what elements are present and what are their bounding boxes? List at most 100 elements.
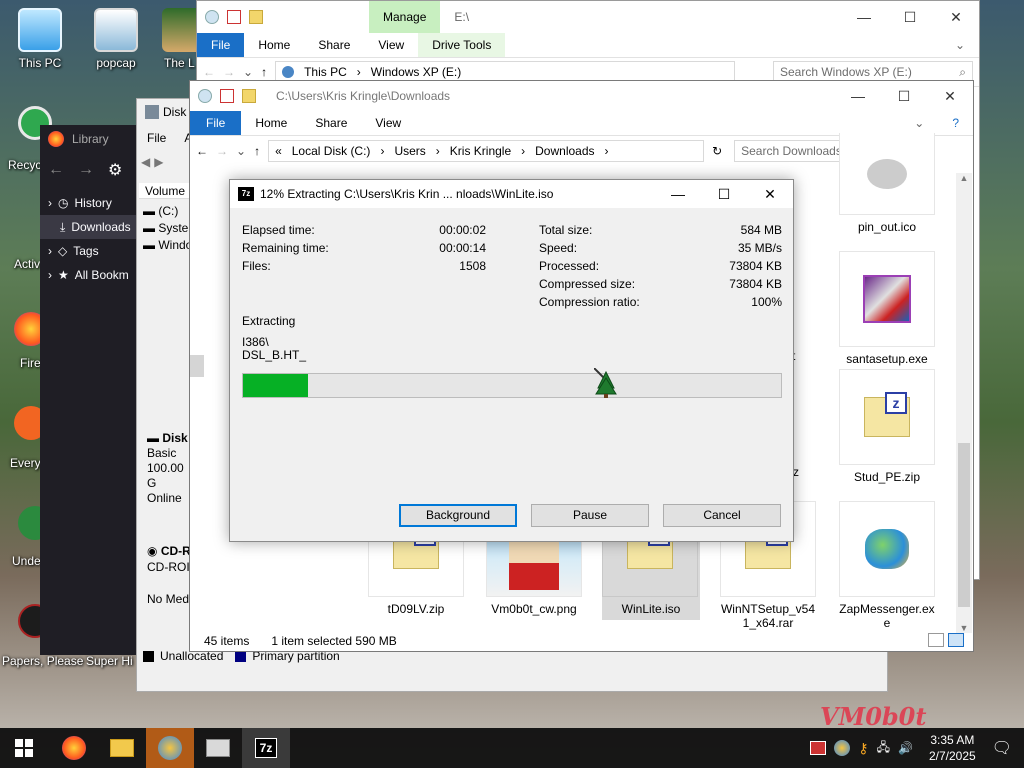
up-icon[interactable]: ↑: [261, 65, 267, 79]
checklist-icon[interactable]: [227, 10, 241, 24]
forward-icon[interactable]: ▶: [154, 155, 163, 169]
ribbon-expand-icon[interactable]: ⌄: [900, 111, 938, 135]
maximize-icon[interactable]: ☐: [701, 186, 747, 203]
details-view-icon[interactable]: [928, 633, 944, 647]
file-stud-pe[interactable]: z Stud_PE.zip: [839, 369, 935, 484]
breadcrumb-users[interactable]: Users: [394, 144, 425, 158]
vm0b0t-watermark: VM0b0t: [820, 702, 927, 731]
large-icons-view-icon[interactable]: [948, 633, 964, 647]
column-header-volume[interactable]: Volume: [139, 183, 191, 199]
library-item-label: All Bookm: [74, 268, 129, 282]
network-icon[interactable]: 🖧: [877, 738, 890, 759]
minimize-icon[interactable]: —: [835, 88, 881, 105]
organize-gear-icon[interactable]: ⚙: [108, 160, 122, 180]
breadcrumb-local-disk[interactable]: Local Disk (C:): [292, 144, 371, 158]
close-icon[interactable]: ✕: [933, 9, 979, 26]
file-name: Vm0b0t_cw.png: [491, 602, 577, 616]
taskbar-file-explorer[interactable]: [98, 728, 146, 768]
breadcrumb-downloads[interactable]: Downloads: [535, 144, 594, 158]
desktop-icon-this-pc[interactable]: This PC: [2, 8, 78, 70]
tab-home[interactable]: Home: [241, 111, 301, 135]
properties-icon[interactable]: [205, 10, 219, 24]
dialog-title: 12% Extracting C:\Users\Kris Krin ... nl…: [260, 187, 554, 201]
disk-label: ▬ Disk: [147, 431, 188, 445]
breadcrumb-this-pc[interactable]: This PC: [304, 65, 347, 79]
tab-share[interactable]: Share: [304, 33, 364, 57]
breadcrumb-kris-kringle[interactable]: Kris Kringle: [450, 144, 511, 158]
messenger-tray-icon[interactable]: [834, 740, 851, 756]
volume-row[interactable]: ▬ Syster: [143, 220, 192, 237]
scroll-up-icon[interactable]: ▲: [956, 173, 972, 183]
volume-name: Syster: [158, 221, 193, 235]
file-name: WinNTSetup_v541_x64.rar: [720, 602, 816, 630]
background-button[interactable]: Background: [399, 504, 517, 527]
checklist-icon[interactable]: [220, 89, 234, 103]
recent-icon[interactable]: ⌄: [236, 144, 246, 158]
address-bar[interactable]: « Local Disk (C:) › Users › Kris Kringle…: [268, 139, 705, 162]
notifications-icon[interactable]: 🗨: [992, 738, 1012, 758]
file-pin-out[interactable]: pin_out.ico: [839, 133, 935, 234]
maximize-icon[interactable]: ☐: [881, 88, 927, 105]
forward-icon[interactable]: →: [223, 65, 235, 79]
properties-icon[interactable]: [198, 89, 212, 103]
close-icon[interactable]: ✕: [747, 186, 793, 203]
maximize-icon[interactable]: ☐: [887, 9, 933, 26]
back-icon[interactable]: ←: [203, 65, 215, 79]
taskbar-7zip[interactable]: 7z: [242, 728, 290, 768]
library-back-icon[interactable]: ←: [48, 161, 64, 179]
help-icon[interactable]: ?: [938, 111, 973, 135]
library-forward-icon[interactable]: →: [78, 161, 94, 179]
tab-share[interactable]: Share: [301, 111, 361, 135]
tab-drive-tools[interactable]: Drive Tools: [418, 33, 506, 57]
folder-icon[interactable]: [249, 10, 263, 24]
start-button[interactable]: [0, 728, 48, 768]
taskbar-app-active[interactable]: [146, 728, 194, 768]
scrollbar[interactable]: ▲ ▼: [956, 173, 972, 633]
total-size-label: Total size:: [539, 223, 593, 237]
key-tray-icon[interactable]: ⚷: [858, 740, 868, 757]
file-name: pin_out.ico: [857, 220, 917, 234]
desktop-label-recycle: Recyc: [8, 158, 42, 172]
taskbar-disk-management[interactable]: [194, 728, 242, 768]
breadcrumb-drive[interactable]: Windows XP (E:): [371, 65, 461, 79]
menu-file[interactable]: File: [147, 131, 166, 145]
security-tray-icon[interactable]: [810, 741, 827, 755]
search-placeholder: Search Windows XP (E:): [780, 65, 912, 79]
folder-icon[interactable]: [242, 89, 256, 103]
taskbar: 7z ⚷ 🖧 🔊 3:35 AM 2/7/2025 🗨: [0, 728, 1024, 768]
cancel-button[interactable]: Cancel: [663, 504, 781, 527]
taskbar-firefox[interactable]: [50, 728, 98, 768]
tab-view[interactable]: View: [361, 111, 415, 135]
scroll-thumb[interactable]: [958, 443, 970, 607]
tag-icon: ◇: [58, 244, 68, 258]
disk-management-title: Disk: [163, 105, 187, 119]
scroll-down-icon[interactable]: ▼: [956, 623, 972, 633]
back-icon[interactable]: ←: [196, 144, 208, 158]
tab-file[interactable]: File: [190, 111, 242, 135]
close-icon[interactable]: ✕: [927, 88, 973, 105]
forward-icon[interactable]: →: [216, 144, 228, 158]
breadcrumb-overflow[interactable]: «: [275, 144, 282, 158]
file-zapmessenger[interactable]: ZapMessenger.exe: [839, 501, 935, 630]
file-santasetup[interactable]: santasetup.exe: [839, 251, 935, 366]
processed-value: 73804 KB: [729, 259, 782, 273]
recent-icon[interactable]: ⌄: [243, 65, 253, 79]
pause-button[interactable]: Pause: [531, 504, 649, 527]
desktop-icon-popcap[interactable]: popcap: [78, 8, 154, 70]
nav-pane-selected[interactable]: [190, 355, 204, 377]
minimize-icon[interactable]: —: [655, 186, 701, 203]
back-icon[interactable]: ◀: [141, 155, 150, 169]
tab-file[interactable]: File: [197, 33, 245, 57]
volume-icon[interactable]: 🔊: [898, 741, 913, 755]
tab-view[interactable]: View: [364, 33, 418, 57]
refresh-icon[interactable]: ↻: [712, 144, 722, 158]
ribbon-context-manage[interactable]: Manage: [369, 1, 441, 33]
tab-home[interactable]: Home: [244, 33, 304, 57]
minimize-icon[interactable]: —: [841, 9, 887, 26]
volume-row[interactable]: ▬ (C:): [143, 203, 192, 220]
volume-row[interactable]: ▬ Windo: [143, 237, 192, 254]
clock[interactable]: 3:35 AM 2/7/2025: [929, 732, 976, 764]
ribbon-expand-icon[interactable]: ⌄: [941, 33, 979, 57]
up-icon[interactable]: ↑: [254, 144, 260, 158]
action-label: Extracting: [242, 314, 296, 328]
